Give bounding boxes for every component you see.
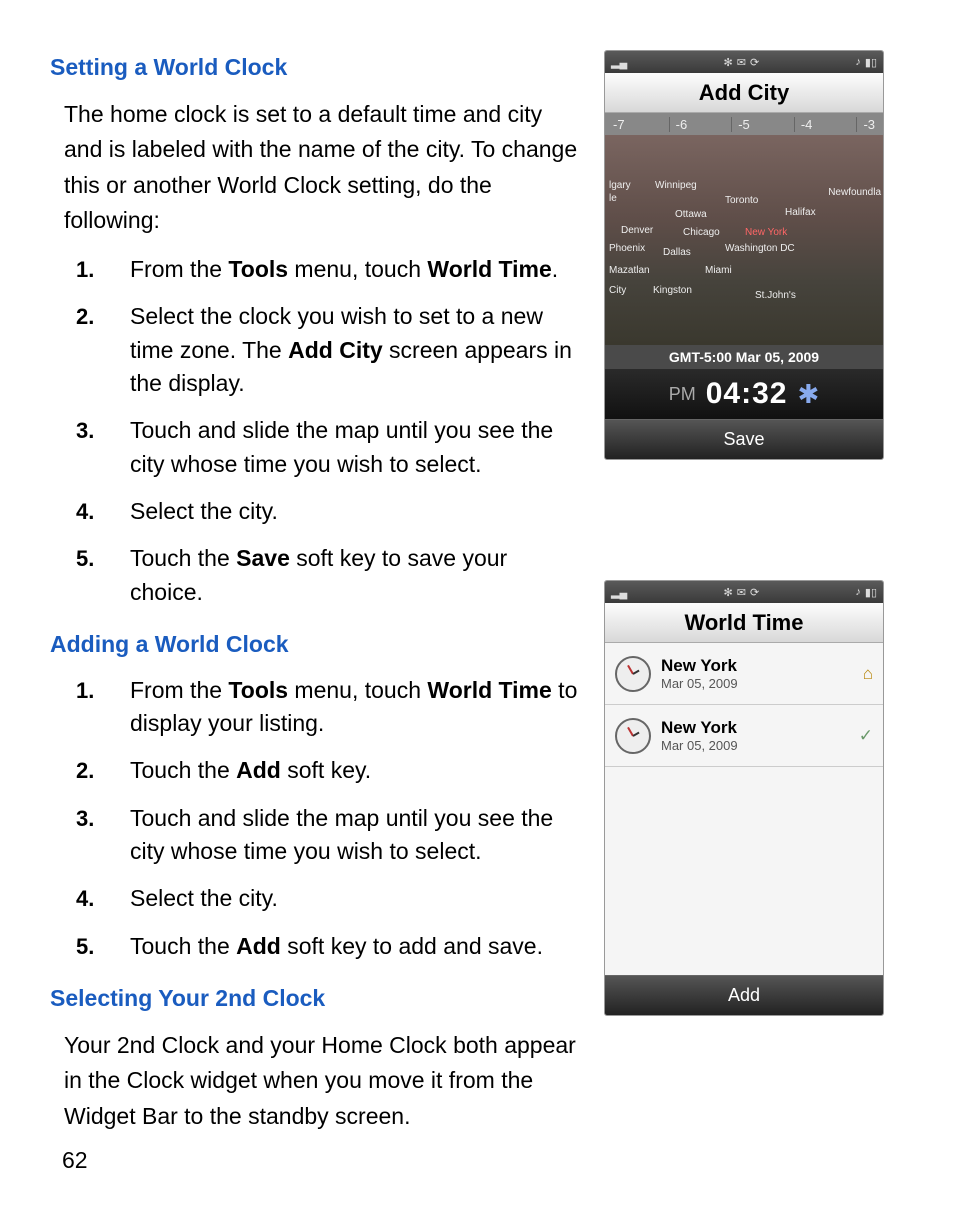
step-number: 4. (76, 495, 130, 528)
screen-title: Add City (605, 73, 883, 113)
timezone-row: -7 -6 -5 -4 -3 (605, 113, 883, 135)
step-text: Select the city. (130, 495, 586, 528)
status-bar: ▂▄ ✻ ✉ ⟳ ♪ ▮▯ (605, 51, 883, 73)
list-item[interactable]: New York Mar 05, 2009 ⌂ (605, 643, 883, 705)
map-city-label: City (609, 285, 626, 296)
phone-screenshot-add-city: ▂▄ ✻ ✉ ⟳ ♪ ▮▯ Add City -7 -6 -5 -4 -3 (604, 50, 884, 460)
section-heading-2ndclock: Selecting Your 2nd Clock (50, 981, 586, 1016)
home-icon: ⌂ (863, 664, 873, 684)
bluetooth-icon: ✻ (724, 586, 733, 599)
map-city-label: New York (745, 227, 787, 238)
map-city-label: Miami (705, 265, 732, 276)
section-heading-adding: Adding a World Clock (50, 627, 586, 662)
step-item: 5.Touch the Save soft key to save your c… (76, 542, 586, 609)
tz-label: -5 (731, 117, 750, 132)
city-date: Mar 05, 2009 (661, 676, 853, 691)
step-item: 3.Touch and slide the map until you see … (76, 802, 586, 869)
clock-icon (615, 718, 651, 754)
intro-paragraph: Your 2nd Clock and your Home Clock both … (64, 1028, 586, 1135)
step-text: Select the city. (130, 882, 586, 915)
step-text: Touch and slide the map until you see th… (130, 802, 586, 869)
bluetooth-icon: ✻ (724, 56, 733, 69)
signal-icon: ▂▄ (611, 586, 627, 599)
dst-icon[interactable]: ✱ (797, 379, 819, 410)
map-city-label: Kingston (653, 285, 692, 296)
step-number: 2. (76, 754, 130, 787)
time-display: PM 04:32 ✱ (605, 369, 883, 419)
step-number: 1. (76, 253, 130, 286)
page-number: 62 (62, 1147, 88, 1174)
step-item: 1.From the Tools menu, touch World Time. (76, 253, 586, 286)
step-text: Touch the Add soft key. (130, 754, 586, 787)
city-name: New York (661, 656, 853, 676)
save-button[interactable]: Save (605, 419, 883, 459)
step-item: 3.Touch and slide the map until you see … (76, 414, 586, 481)
map-city-label: Ottawa (675, 209, 707, 220)
step-number: 3. (76, 414, 130, 481)
battery-icon: ▮▯ (865, 586, 877, 599)
step-number: 2. (76, 300, 130, 400)
step-item: 2.Touch the Add soft key. (76, 754, 586, 787)
add-button[interactable]: Add (605, 975, 883, 1015)
step-text: Touch the Save soft key to save your cho… (130, 542, 586, 609)
list-item[interactable]: New York Mar 05, 2009 ✓ (605, 705, 883, 767)
gmt-label: GMT-5:00 Mar 05, 2009 (605, 345, 883, 369)
steps-list-adding: 1.From the Tools menu, touch World Time … (76, 674, 586, 963)
step-item: 4.Select the city. (76, 882, 586, 915)
map-city-label: Winnipeg (655, 180, 697, 191)
intro-paragraph: The home clock is set to a default time … (64, 97, 586, 240)
map-city-label: lgary (609, 180, 631, 191)
step-number: 4. (76, 882, 130, 915)
map-city-label: Denver (621, 225, 653, 236)
message-icon: ✉ (737, 586, 746, 599)
map-city-label: Chicago (683, 227, 720, 238)
step-text: From the Tools menu, touch World Time to… (130, 674, 586, 741)
map-city-label: Dallas (663, 247, 691, 258)
step-text: From the Tools menu, touch World Time. (130, 253, 586, 286)
section-heading-setting: Setting a World Clock (50, 50, 586, 85)
ampm-label: PM (669, 384, 696, 405)
screen-title: World Time (605, 603, 883, 643)
status-bar: ▂▄ ✻ ✉ ⟳ ♪ ▮▯ (605, 581, 883, 603)
map-city-label: Washington DC (725, 243, 795, 254)
step-number: 5. (76, 542, 130, 609)
clock-time: 04:32 (706, 377, 788, 411)
map-city-label: Toronto (725, 195, 758, 206)
message-icon: ✉ (737, 56, 746, 69)
signal-icon: ▂▄ (611, 56, 627, 69)
step-number: 3. (76, 802, 130, 869)
step-item: 2.Select the clock you wish to set to a … (76, 300, 586, 400)
step-item: 5.Touch the Add soft key to add and save… (76, 930, 586, 963)
refresh-icon: ⟳ (750, 586, 759, 599)
check-icon: ✓ (859, 726, 873, 746)
steps-list-setting: 1.From the Tools menu, touch World Time.… (76, 253, 586, 609)
refresh-icon: ⟳ (750, 56, 759, 69)
map-city-label: Phoenix (609, 243, 645, 254)
music-icon: ♪ (855, 56, 861, 68)
map-city-label: Mazatlan (609, 265, 650, 276)
tz-label: -4 (794, 117, 813, 132)
step-number: 1. (76, 674, 130, 741)
step-text: Select the clock you wish to set to a ne… (130, 300, 586, 400)
step-text: Touch and slide the map until you see th… (130, 414, 586, 481)
music-icon: ♪ (855, 586, 861, 598)
step-item: 4.Select the city. (76, 495, 586, 528)
tz-label: -3 (856, 117, 875, 132)
city-list: New York Mar 05, 2009 ⌂ New York Mar 05,… (605, 643, 883, 975)
tz-label: -7 (613, 117, 625, 132)
map-city-label: Halifax (785, 207, 816, 218)
tz-label: -6 (669, 117, 688, 132)
map-city-label: Newfoundla (828, 187, 881, 198)
step-text: Touch the Add soft key to add and save. (130, 930, 586, 963)
world-map[interactable]: lgary le Winnipeg Toronto Newfoundla Ott… (605, 135, 883, 345)
clock-icon (615, 656, 651, 692)
map-city-label: St.John's (755, 290, 796, 301)
step-item: 1.From the Tools menu, touch World Time … (76, 674, 586, 741)
step-number: 5. (76, 930, 130, 963)
map-city-label: le (609, 193, 617, 204)
phone-screenshot-world-time: ▂▄ ✻ ✉ ⟳ ♪ ▮▯ World Time New York (604, 580, 884, 1016)
city-name: New York (661, 718, 849, 738)
city-date: Mar 05, 2009 (661, 738, 849, 753)
battery-icon: ▮▯ (865, 56, 877, 69)
